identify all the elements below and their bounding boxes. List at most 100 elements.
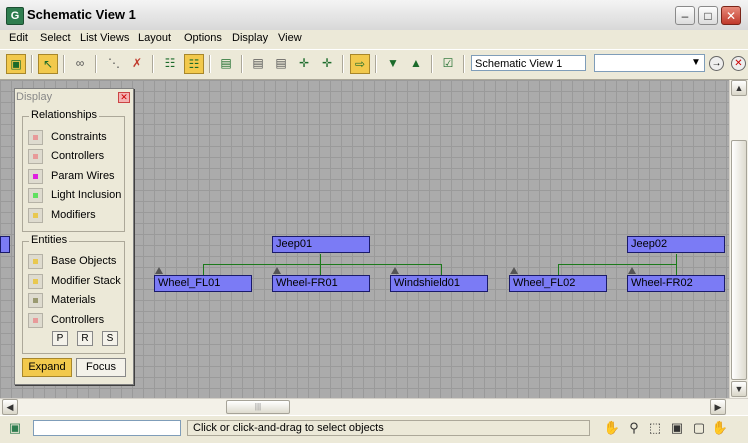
link-line (676, 254, 677, 264)
swatch-icon (28, 274, 43, 289)
cancel-icon[interactable]: ✕ (731, 56, 746, 71)
swatch-icon (28, 208, 43, 223)
collapse-triangle-icon[interactable] (155, 267, 163, 274)
preferences-icon[interactable]: ☑ (438, 54, 458, 74)
collapse-triangle-icon[interactable] (273, 267, 281, 274)
toolbar-separator (31, 55, 33, 73)
modifiers-color (33, 213, 38, 218)
toolbar-separator (63, 55, 65, 73)
p-button[interactable]: P (52, 331, 68, 346)
materials-color (33, 298, 38, 303)
free-all-icon[interactable]: ✛ (294, 54, 314, 74)
horizontal-scroll-thumb[interactable]: ||| (226, 400, 290, 414)
unlink-selected-icon[interactable]: ⋱ (104, 54, 124, 74)
r-button[interactable]: R (77, 331, 93, 346)
link-line (676, 264, 677, 275)
chevron-down-icon[interactable]: ▼ (689, 56, 703, 70)
display-floater-icon[interactable]: ▣ (6, 54, 26, 74)
collapse-triangle-icon[interactable] (510, 267, 518, 274)
toggle-visibility-icon[interactable]: ⇨ (350, 54, 370, 74)
entity-controllers-label: Controllers (51, 314, 105, 326)
toolbar-separator (431, 55, 433, 73)
scroll-left-icon[interactable]: ◀ (2, 399, 18, 415)
base-objects-color (33, 259, 38, 264)
expand-icon[interactable]: ▲ (406, 54, 426, 74)
swatch-icon (28, 293, 43, 308)
swatch-icon (28, 313, 43, 328)
node-wheel-fr02[interactable]: Wheel-FR02 (627, 275, 725, 292)
close-icon[interactable]: ✕ (118, 92, 130, 103)
horizontal-scrollbar[interactable]: ◀ ||| ▶ (0, 398, 748, 415)
swatch-icon (28, 149, 43, 164)
status-input[interactable] (33, 420, 181, 436)
app-icon: G (6, 7, 24, 25)
scroll-up-icon[interactable]: ▲ (731, 80, 747, 96)
materials-label: Materials (51, 294, 96, 306)
link-line (558, 264, 559, 275)
collapse-triangle-icon[interactable] (391, 267, 399, 274)
relationships-label: Relationships (29, 109, 100, 121)
node-wheel-fl02[interactable]: Wheel_FL02 (509, 275, 607, 292)
minimize-button[interactable]: – (675, 6, 695, 25)
link-line (203, 264, 204, 275)
node-wheel-fr01[interactable]: Wheel-FR01 (272, 275, 370, 292)
swatch-icon (28, 130, 43, 145)
zoom-extents-selected-icon[interactable]: ▢ (690, 419, 708, 437)
link-line (320, 254, 321, 264)
display-panel: Display ✕ Relationships Constraints Cont… (14, 88, 134, 385)
hierarchy-mode-icon[interactable]: ☷ (160, 54, 180, 74)
node-jeep01[interactable]: Jeep01 (272, 236, 370, 253)
zoom-region-icon[interactable]: ⬚ (646, 419, 664, 437)
expand-button[interactable]: Expand (22, 358, 72, 377)
toolbar-separator (241, 55, 243, 73)
link-line (558, 264, 676, 265)
arrange-children-icon[interactable]: ▤ (248, 54, 268, 74)
focus-button[interactable]: Focus (76, 358, 126, 377)
vertical-scroll-thumb[interactable] (731, 140, 747, 380)
shrink-icon[interactable]: ▼ (383, 54, 403, 74)
scroll-right-icon[interactable]: ▶ (710, 399, 726, 415)
zoom-extents-icon[interactable]: ▣ (668, 419, 686, 437)
menu-select[interactable]: Select (40, 32, 71, 44)
swatch-icon (28, 188, 43, 203)
delete-icon[interactable]: ✗ (127, 54, 147, 74)
status-hint: Click or click-and-drag to select object… (187, 420, 590, 436)
menu-layout[interactable]: Layout (138, 32, 171, 44)
maximize-button[interactable]: □ (698, 6, 718, 25)
view-combo[interactable]: ▼ (594, 54, 705, 72)
scroll-down-icon[interactable]: ▼ (731, 381, 747, 397)
zoom-icon[interactable]: ⚲ (625, 419, 643, 437)
menu-edit[interactable]: Edit (9, 32, 28, 44)
connect-icon[interactable]: ∞ (70, 54, 90, 74)
collapse-triangle-icon[interactable] (628, 267, 636, 274)
node-windshield01[interactable]: Windshield01 (390, 275, 488, 292)
menu-list-views[interactable]: List Views (80, 32, 129, 44)
always-arrange-icon[interactable]: ▤ (216, 54, 236, 74)
pan-to-selected-icon[interactable]: ✋ (711, 419, 729, 437)
schematic-status-icon: ▣ (8, 420, 22, 435)
go-icon[interactable]: → (709, 56, 724, 71)
offscreen-node[interactable] (0, 236, 10, 253)
node-jeep02[interactable]: Jeep02 (627, 236, 725, 253)
link-line (203, 264, 441, 265)
menu-view[interactable]: View (278, 32, 302, 44)
vertical-scrollbar[interactable]: ▲ ▼ (729, 80, 748, 398)
window-title: Schematic View 1 (27, 7, 136, 22)
menu-display[interactable]: Display (232, 32, 268, 44)
free-selected-icon[interactable]: ✛ (317, 54, 337, 74)
constraints-color (33, 135, 38, 140)
close-button[interactable]: ✕ (721, 6, 741, 25)
menu-options[interactable]: Options (184, 32, 222, 44)
arrange-selected-icon[interactable]: ▤ (271, 54, 291, 74)
node-wheel-fl01[interactable]: Wheel_FL01 (154, 275, 252, 292)
controllers-label: Controllers (51, 150, 105, 162)
pan-icon[interactable]: ✋ (603, 419, 621, 437)
s-button[interactable]: S (102, 331, 118, 346)
light-inclusion-color (33, 193, 38, 198)
display-panel-title: Display (16, 91, 53, 103)
references-mode-icon[interactable]: ☷ (184, 54, 204, 74)
view-name-field[interactable]: Schematic View 1 (471, 55, 586, 71)
swatch-icon (28, 169, 43, 184)
toolbar-separator (342, 55, 344, 73)
select-icon[interactable]: ↖ (38, 54, 58, 74)
